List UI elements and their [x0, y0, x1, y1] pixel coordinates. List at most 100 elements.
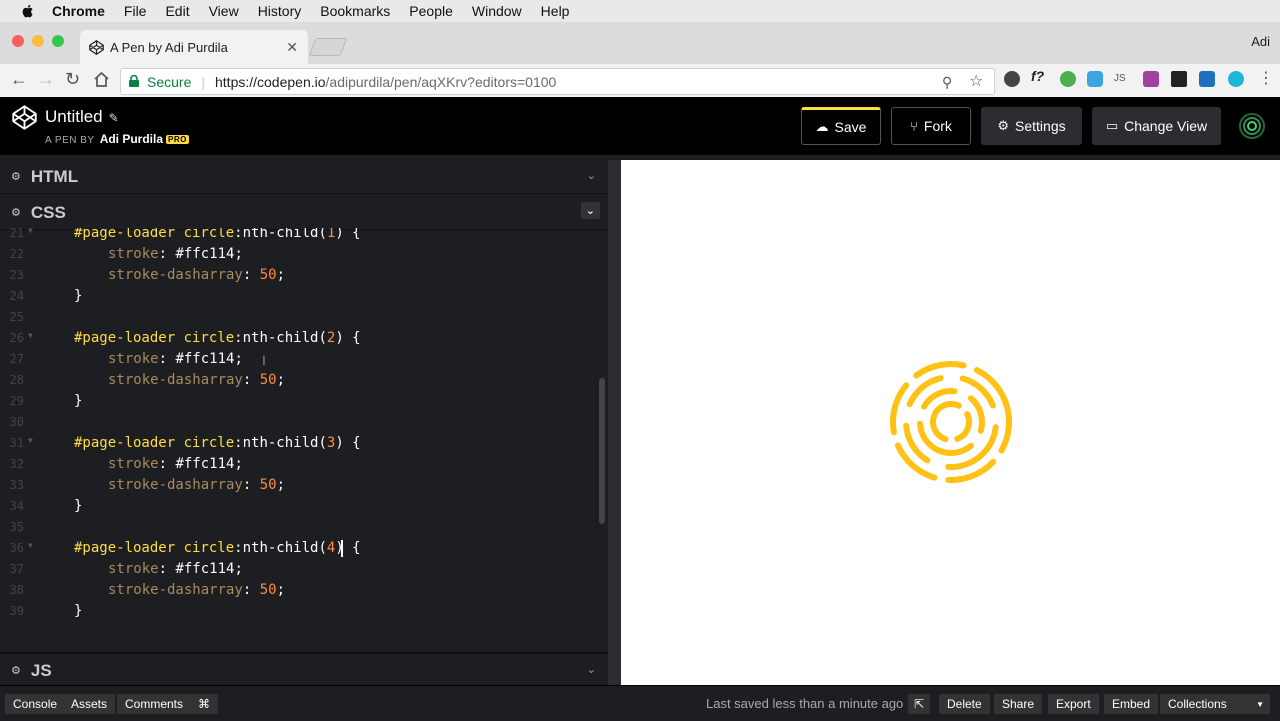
code-line[interactable]: 36 ▼ #page-loader circle:nth-child(4) { [0, 538, 600, 559]
fold-arrow-icon[interactable]: ▼ [28, 541, 33, 550]
pocket-extension-icon[interactable] [1004, 71, 1020, 87]
code-line[interactable]: 33 stroke-dasharray: 50; [0, 475, 600, 496]
pane-resize-divider[interactable] [608, 160, 621, 685]
code-line[interactable]: 39} [0, 601, 600, 622]
settings-button[interactable]: ⚙ Settings [981, 107, 1082, 145]
menu-bookmarks[interactable]: Bookmarks [320, 3, 390, 19]
menu-history[interactable]: History [258, 3, 302, 19]
line-number: 31 [9, 436, 24, 450]
comments-button[interactable]: Comments [117, 694, 192, 714]
bookmark-star-icon[interactable]: ☆ [969, 71, 983, 91]
codepen-spiral-icon[interactable] [1237, 111, 1267, 141]
browser-tab-active[interactable]: A Pen by Adi Purdila ✕ [80, 30, 308, 64]
css-chevron-down-icon[interactable]: ⌄ [580, 202, 600, 219]
code-line[interactable]: 31 ▼ #page-loader circle:nth-child(3) { [0, 433, 600, 454]
edit-pencil-icon[interactable]: ✎ [109, 111, 119, 125]
code-line[interactable]: 25 [0, 307, 600, 328]
profile-name[interactable]: Adi [1251, 34, 1270, 49]
fold-arrow-icon[interactable]: ▼ [28, 228, 33, 235]
code-semicolon: ; [234, 351, 243, 367]
export-button[interactable]: Export [1048, 694, 1099, 714]
js-chevron-down-icon[interactable]: ⌄ [587, 663, 596, 676]
console-button[interactable]: Console [5, 694, 66, 714]
css-value: 50 [259, 582, 277, 598]
reload-icon[interactable]: ↻ [65, 69, 80, 90]
menu-app-chrome[interactable]: Chrome [52, 3, 105, 19]
save-button[interactable]: ☁ Save [801, 107, 881, 145]
home-icon[interactable] [93, 71, 110, 88]
code-line[interactable]: 35 [0, 517, 600, 538]
embed-button[interactable]: Embed [1104, 694, 1159, 714]
forward-arrow-icon[interactable]: → [37, 69, 55, 90]
collections-caret-icon: ▼ [1256, 699, 1264, 709]
code-line[interactable]: 23 stroke-dasharray: 50; [0, 265, 600, 286]
js-extension-icon[interactable]: JS [1114, 73, 1130, 89]
window-minimize-button[interactable] [32, 35, 44, 47]
open-external-icon[interactable]: ⇱ [908, 694, 930, 714]
fold-arrow-icon[interactable]: ▼ [28, 331, 33, 340]
shield-extension-icon[interactable] [1087, 71, 1103, 87]
colorful-extension-icon[interactable] [1143, 71, 1159, 87]
html-editor-header[interactable]: ⚙ HTML ⌄ [0, 160, 608, 194]
codepen-logo-icon[interactable] [12, 105, 37, 130]
code-line[interactable]: 30 [0, 412, 600, 433]
preview-pane[interactable] [621, 160, 1280, 685]
css-value: 50 [259, 267, 277, 283]
page-loader-graphic [890, 361, 1012, 483]
code-line[interactable]: 28 stroke-dasharray: 50; [0, 370, 600, 391]
code-line[interactable]: 34} [0, 496, 600, 517]
zoom-magnifier-icon[interactable]: ⚲ [942, 74, 952, 91]
apple-icon[interactable] [20, 3, 36, 19]
menu-edit[interactable]: Edit [165, 3, 189, 19]
assets-button[interactable]: Assets [63, 694, 116, 714]
screenshot-extension-icon[interactable] [1199, 71, 1215, 87]
menu-file[interactable]: File [124, 3, 147, 19]
js-settings-gear-icon[interactable]: ⚙ [11, 664, 21, 677]
code-line[interactable]: 22 stroke: #ffc114; [0, 244, 600, 265]
css-value: #ffc114 [175, 351, 235, 367]
blue-circle-extension-icon[interactable] [1228, 71, 1244, 87]
css-value: 50 [259, 477, 277, 493]
code-line[interactable]: 29} [0, 391, 600, 412]
code-line[interactable]: 26 ▼ #page-loader circle:nth-child(2) { [0, 328, 600, 349]
ibeam-cursor-icon: I [262, 352, 266, 368]
editor-scrollbar[interactable] [599, 378, 605, 524]
address-bar[interactable]: Secure | https://codepen.io/adipurdila/p… [120, 68, 995, 95]
tab-close-icon[interactable]: ✕ [286, 39, 298, 56]
code-line[interactable]: 21 ▼ #page-loader circle:nth-child(1) { [0, 228, 600, 244]
menu-view[interactable]: View [209, 3, 239, 19]
code-line[interactable]: 32 stroke: #ffc114; [0, 454, 600, 475]
css-editor-header[interactable]: ⚙ CSS ⌄ [0, 196, 608, 230]
line-number: 21 [9, 228, 24, 240]
code-token: } [74, 393, 83, 409]
code-line[interactable]: 37 stroke: #ffc114; [0, 559, 600, 580]
keyboard-shortcuts-button[interactable]: ⌘ [190, 694, 218, 714]
menu-window[interactable]: Window [472, 3, 522, 19]
menu-people[interactable]: People [409, 3, 453, 19]
js-editor-header[interactable]: ⚙ JS ⌄ [0, 652, 608, 688]
html-chevron-down-icon[interactable]: ⌄ [587, 169, 596, 182]
chrome-menu-icon[interactable]: ⋮ [1258, 68, 1274, 88]
author-link[interactable]: Adi Purdila [100, 132, 163, 146]
hand-extension-icon[interactable] [1171, 71, 1187, 87]
css-settings-gear-icon[interactable]: ⚙ [11, 206, 21, 219]
code-line[interactable]: 38 stroke-dasharray: 50; [0, 580, 600, 601]
code-line[interactable]: 27 stroke: #ffc114; [0, 349, 600, 370]
window-zoom-button[interactable] [52, 35, 64, 47]
menu-help[interactable]: Help [541, 3, 570, 19]
collections-dropdown[interactable]: Collections ▼ [1160, 694, 1270, 714]
back-arrow-icon[interactable]: ← [10, 69, 28, 90]
css-code-editor[interactable]: 21 ▼ #page-loader circle:nth-child(1) {22 s… [0, 228, 600, 648]
function-extension-icon[interactable]: f? [1031, 68, 1047, 84]
share-button[interactable]: Share [994, 694, 1043, 714]
change-view-button[interactable]: ▭ Change View [1092, 107, 1221, 145]
pen-title[interactable]: Untitled ✎ [45, 107, 119, 127]
new-tab-button[interactable] [308, 38, 348, 56]
fold-arrow-icon[interactable]: ▼ [28, 436, 33, 445]
html-settings-gear-icon[interactable]: ⚙ [11, 170, 21, 183]
window-close-button[interactable] [12, 35, 24, 47]
code-line[interactable]: 24} [0, 286, 600, 307]
fork-button[interactable]: ⑂ Fork [891, 107, 971, 145]
delete-button[interactable]: Delete [939, 694, 990, 714]
checkmark-extension-icon[interactable] [1060, 71, 1076, 87]
